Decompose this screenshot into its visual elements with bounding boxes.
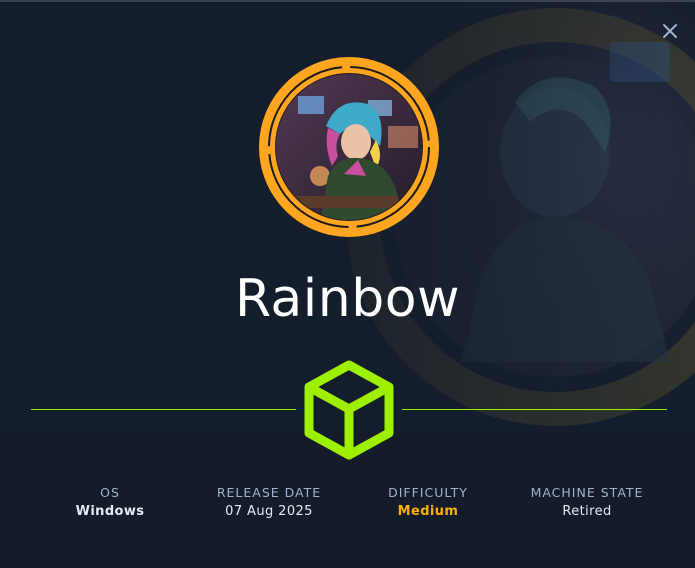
info-value-machine-state: Retired xyxy=(562,504,612,519)
info-label-machine-state: MACHINE STATE xyxy=(530,485,644,500)
close-button[interactable] xyxy=(657,18,683,44)
machine-avatar xyxy=(259,57,439,237)
close-icon xyxy=(663,24,677,38)
info-label-os: OS xyxy=(100,485,120,500)
info-os: OS Windows xyxy=(30,484,190,522)
machine-name: Rainbow xyxy=(234,269,461,329)
info-release-date: RELEASE DATE 07 Aug 2025 xyxy=(189,484,349,522)
info-label-release-date: RELEASE DATE xyxy=(216,485,322,500)
divider-right xyxy=(402,409,667,410)
machine-info: OS Windows RELEASE DATE 07 Aug 2025 DIFF… xyxy=(30,484,666,528)
info-label-difficulty: DIFFICULTY xyxy=(388,485,468,500)
machine-modal: Rainbow OS Windows RELEASE DATE 07 Aug 2… xyxy=(0,0,695,568)
info-value-release-date: 07 Aug 2025 xyxy=(225,504,313,519)
cube-icon xyxy=(304,360,394,460)
difficulty-badge: Medium xyxy=(397,504,459,519)
info-machine-state: MACHINE STATE Retired xyxy=(507,484,667,522)
info-difficulty: DIFFICULTY Medium xyxy=(348,484,508,522)
divider-left xyxy=(31,409,296,410)
info-value-os: Windows xyxy=(75,504,145,519)
